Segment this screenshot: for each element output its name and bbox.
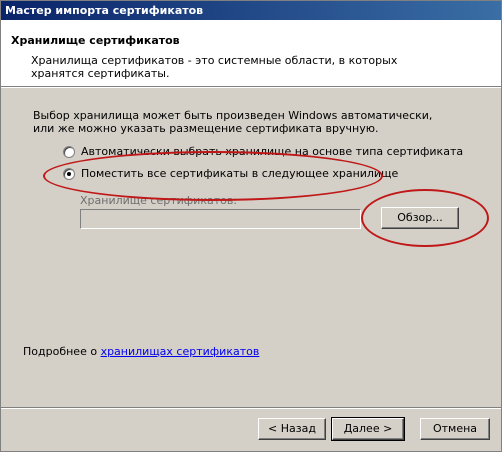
radio-auto-select[interactable]: Автоматически выбрать хранилище на основ… — [63, 145, 463, 158]
radio-auto-label: Автоматически выбрать хранилище на основ… — [81, 145, 464, 158]
radio-manual-button[interactable] — [63, 167, 75, 180]
browse-button[interactable]: Обзор... — [381, 207, 459, 229]
wizard-header: Хранилище сертификатов Хранилища сертифи… — [1, 20, 501, 86]
certificate-stores-link[interactable]: хранилищах сертификатов — [101, 345, 260, 358]
header-title: Хранилище сертификатов — [11, 34, 180, 47]
next-button[interactable]: Далее > — [331, 417, 405, 441]
header-divider — [1, 86, 501, 88]
store-field — [80, 209, 361, 229]
radio-manual-label: Поместить все сертификаты в следующее хр… — [81, 167, 399, 180]
title-bar: Мастер импорта сертификатов — [1, 1, 501, 20]
footer-divider — [1, 407, 501, 409]
intro-text: Выбор хранилища может быть произведен Wi… — [33, 109, 433, 135]
more-info-prefix: Подробнее о — [23, 345, 101, 358]
radio-manual-select[interactable]: Поместить все сертификаты в следующее хр… — [63, 167, 398, 180]
cancel-button[interactable]: Отмена — [420, 418, 490, 440]
certificate-import-wizard-window: Мастер импорта сертификатов Хранилище се… — [0, 0, 502, 452]
more-info: Подробнее о хранилищах сертификатов — [23, 345, 259, 358]
store-label: Хранилище сертификатов: — [80, 194, 238, 207]
back-button[interactable]: < Назад — [258, 418, 326, 440]
header-description: Хранилища сертификатов - это системные о… — [31, 54, 398, 80]
radio-auto-button[interactable] — [63, 145, 75, 158]
